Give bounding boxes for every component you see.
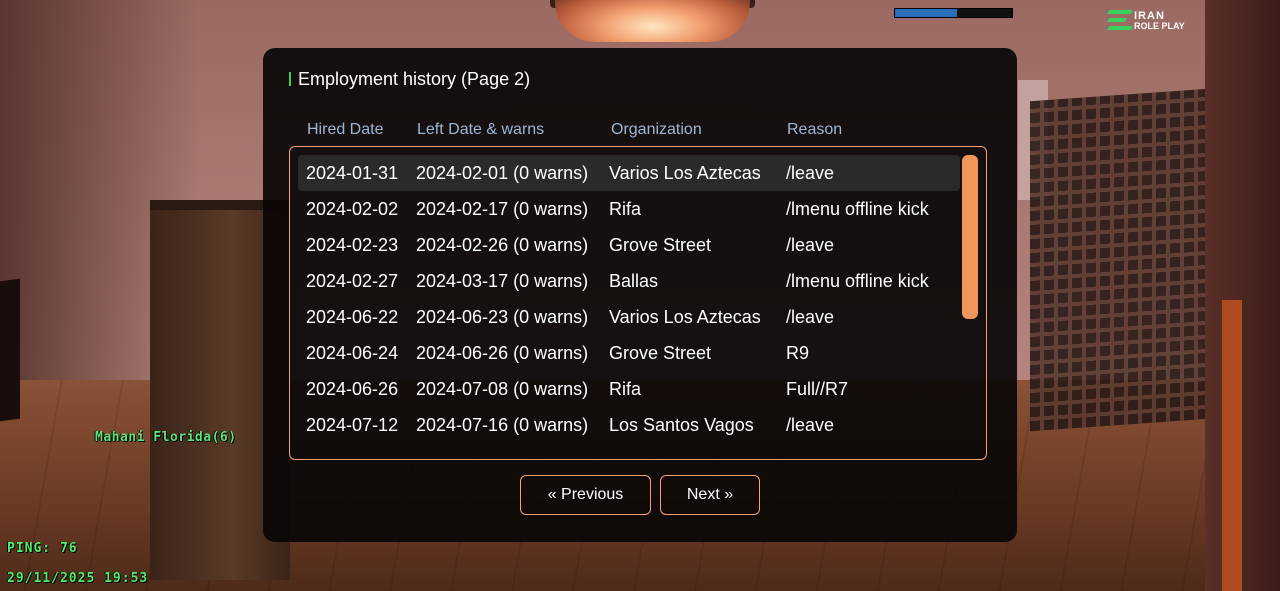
health-bar-fill bbox=[895, 9, 957, 17]
title-accent-bar bbox=[289, 72, 291, 86]
left-date-cell: 2024-06-23 (0 warns) bbox=[416, 307, 589, 327]
organization-cell: Grove Street bbox=[609, 235, 712, 255]
left-date-cell: 2024-02-17 (0 warns) bbox=[416, 199, 589, 219]
left-date-cell: 2024-03-17 (0 warns) bbox=[416, 271, 589, 291]
next-page-button[interactable]: Next » bbox=[660, 475, 760, 515]
health-bar bbox=[894, 8, 1013, 18]
left-wall-frame bbox=[0, 278, 20, 422]
hired-date-cell: 2024-02-27 bbox=[306, 271, 399, 291]
dialog-title-text: Employment history (Page 2) bbox=[298, 69, 531, 89]
hired-date-cell: 2024-06-24 bbox=[306, 343, 399, 363]
logo-stripes-icon bbox=[1107, 10, 1133, 32]
organization-cell: Varios Los Aztecas bbox=[609, 163, 761, 183]
table-header: Hired Date Left Date & warns Organizatio… bbox=[263, 120, 1017, 140]
list-item[interactable]: 2024-06-24 2024-06-26 (0 warns) Grove Stre… bbox=[298, 335, 960, 371]
list-item[interactable]: 2024-02-02 2024-02-17 (0 warns) Rifa/lmenu… bbox=[298, 191, 960, 227]
history-rows: 2024-01-31 2024-02-01 (0 warns) Varios Los… bbox=[298, 155, 960, 443]
organization-cell: Los Santos Vagos bbox=[609, 415, 754, 435]
hired-date-cell: 2024-06-22 bbox=[306, 307, 399, 327]
reason-cell: /leave bbox=[786, 415, 835, 435]
organization-cell: Varios Los Aztecas bbox=[609, 307, 761, 327]
list-item[interactable]: 2024-07-12 2024-07-16 (0 warns) Los Santos… bbox=[298, 407, 960, 443]
reason-cell: /lmenu offline kick bbox=[786, 271, 929, 291]
hired-date-cell: 2024-01-31 bbox=[306, 163, 399, 183]
history-list[interactable]: 2024-01-31 2024-02-01 (0 warns) Varios Los… bbox=[289, 146, 987, 460]
doorway bbox=[1205, 0, 1280, 591]
left-date-cell: 2024-06-26 (0 warns) bbox=[416, 343, 589, 363]
reason-cell: /leave bbox=[786, 163, 835, 183]
employment-history-dialog: Employment history (Page 2) Hired Date L… bbox=[263, 48, 1017, 542]
list-item[interactable]: 2024-02-27 2024-03-17 (0 warns) Ballas/lme… bbox=[298, 263, 960, 299]
ping-readout: PING: 76 bbox=[7, 541, 78, 556]
column-header-reason: Reason bbox=[787, 121, 843, 138]
hired-date-cell: 2024-02-23 bbox=[306, 235, 399, 255]
organization-cell: Rifa bbox=[609, 199, 642, 219]
left-date-cell: 2024-07-08 (0 warns) bbox=[416, 379, 589, 399]
column-header-hired-date: Hired Date bbox=[307, 121, 384, 138]
dialog-title: Employment history (Page 2) bbox=[289, 68, 530, 90]
list-item[interactable]: 2024-06-22 2024-06-23 (0 warns) Varios Los… bbox=[298, 299, 960, 335]
player-nametag: Mahani Florida(6) bbox=[95, 430, 237, 445]
reason-cell: /leave bbox=[786, 307, 835, 327]
door-frame bbox=[1222, 300, 1242, 591]
reason-cell: Full//R7 bbox=[786, 379, 849, 399]
decorative-lattice-screen bbox=[1030, 88, 1208, 432]
previous-page-button[interactable]: « Previous bbox=[520, 475, 651, 515]
list-scrollbar[interactable] bbox=[962, 155, 978, 319]
left-date-cell: 2024-07-16 (0 warns) bbox=[416, 415, 589, 435]
ceiling-lamp bbox=[555, 0, 750, 42]
server-logo: IRAN ROLE PLAY bbox=[1107, 8, 1188, 34]
hired-date-cell: 2024-02-02 bbox=[306, 199, 399, 219]
list-item[interactable]: 2024-01-31 2024-02-01 (0 warns) Varios Los… bbox=[298, 155, 960, 191]
left-date-cell: 2024-02-01 (0 warns) bbox=[416, 163, 589, 183]
column-header-left-date: Left Date & warns bbox=[417, 121, 545, 138]
reason-cell: /leave bbox=[786, 235, 835, 255]
organization-cell: Grove Street bbox=[609, 343, 712, 363]
hired-date-cell: 2024-06-26 bbox=[306, 379, 399, 399]
datetime-readout: 29/11/2025 19:53 bbox=[7, 571, 149, 586]
organization-cell: Ballas bbox=[609, 271, 659, 291]
logo-text-secondary: ROLE PLAY bbox=[1134, 21, 1185, 31]
hired-date-cell: 2024-07-12 bbox=[306, 415, 399, 435]
column-header-organization: Organization bbox=[611, 121, 702, 138]
reason-cell: R9 bbox=[786, 343, 810, 363]
list-item[interactable]: 2024-06-26 2024-07-08 (0 warns) Rifa Full//… bbox=[298, 371, 960, 407]
organization-cell: Rifa bbox=[609, 379, 642, 399]
left-date-cell: 2024-02-26 (0 warns) bbox=[416, 235, 589, 255]
list-item[interactable]: 2024-02-23 2024-02-26 (0 warns) Grove Stre… bbox=[298, 227, 960, 263]
reason-cell: /lmenu offline kick bbox=[786, 199, 929, 219]
